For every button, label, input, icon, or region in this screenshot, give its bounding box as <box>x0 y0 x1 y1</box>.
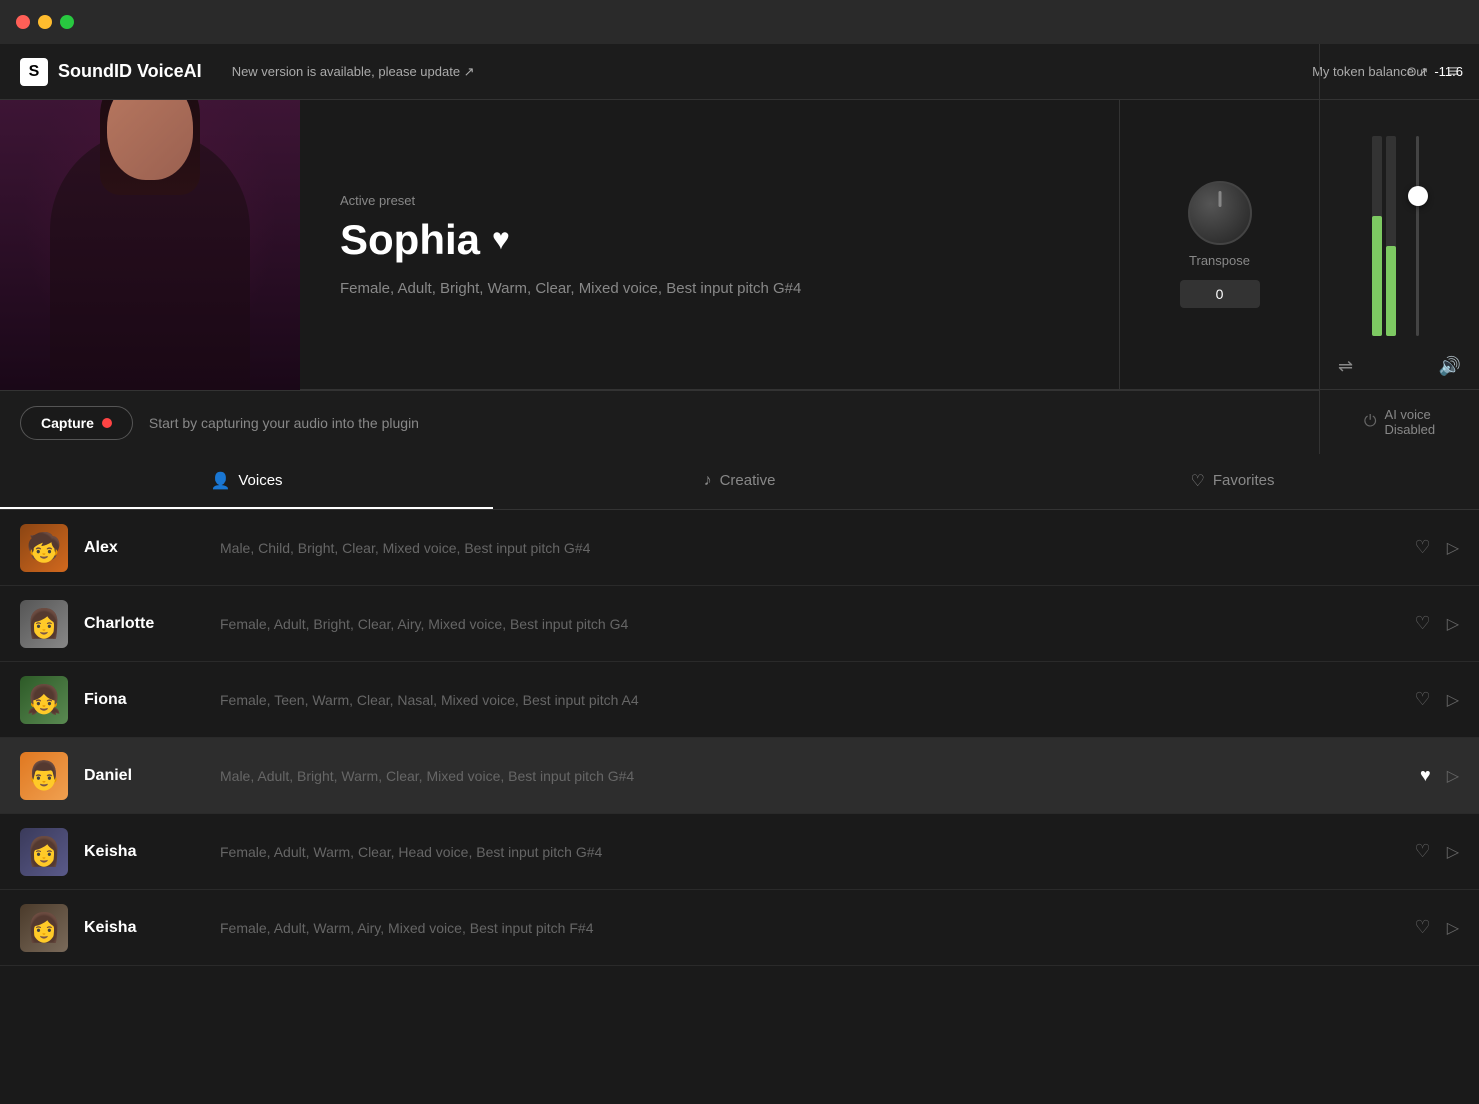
voice-actions-daniel: ♥ ▷ <box>1420 765 1459 786</box>
meter-label: Out <box>1407 65 1426 79</box>
lower-section: 👤 Voices ♪ Creative ♡ Favorites 🧒 Alex M… <box>0 454 1479 1104</box>
tab-voices[interactable]: 👤 Voices <box>0 454 493 509</box>
ai-voice-status: ⏻ AI voice Disabled <box>1319 390 1479 454</box>
favorite-alex[interactable]: ♡ <box>1415 537 1431 558</box>
capture-hint: Start by capturing your audio into the p… <box>149 415 1299 431</box>
transpose-value[interactable]: 0 <box>1180 280 1260 308</box>
favorite-keisha1[interactable]: ♡ <box>1415 841 1431 862</box>
play-keisha1[interactable]: ▷ <box>1447 842 1459 862</box>
play-daniel[interactable]: ▷ <box>1447 766 1459 786</box>
capture-dot <box>102 418 112 428</box>
favorite-keisha2[interactable]: ♡ <box>1415 917 1431 938</box>
transpose-section: Transpose 0 <box>1119 100 1319 389</box>
artist-name: Sophia ♥ <box>340 216 1079 264</box>
voice-name-charlotte: Charlotte <box>84 615 204 633</box>
voice-actions-fiona: ♡ ▷ <box>1415 689 1459 710</box>
voice-avatar-daniel: 👨 <box>20 752 68 800</box>
active-preset-label: Active preset <box>340 193 1079 208</box>
transpose-knob[interactable] <box>1188 181 1252 245</box>
volume-fader[interactable] <box>1416 136 1419 336</box>
artist-tags: Female, Adult, Bright, Warm, Clear, Mixe… <box>340 280 1079 297</box>
voice-tags-charlotte: Female, Adult, Bright, Clear, Airy, Mixe… <box>220 616 1399 632</box>
favorite-daniel[interactable]: ♥ <box>1420 765 1431 786</box>
favorite-charlotte[interactable]: ♡ <box>1415 613 1431 634</box>
capture-button[interactable]: Capture <box>20 406 133 440</box>
voice-tags-keisha2: Female, Adult, Warm, Airy, Mixed voice, … <box>220 920 1399 936</box>
voice-actions-charlotte: ♡ ▷ <box>1415 613 1459 634</box>
voice-avatar-charlotte: 👩 <box>20 600 68 648</box>
voice-name-keisha1: Keisha <box>84 843 204 861</box>
play-keisha2[interactable]: ▷ <box>1447 918 1459 938</box>
play-charlotte[interactable]: ▷ <box>1447 614 1459 634</box>
meter-bar-left <box>1372 136 1382 336</box>
ai-voice-disabled-label: Disabled <box>1385 422 1436 437</box>
update-notice[interactable]: New version is available, please update … <box>232 64 1312 80</box>
maximize-button[interactable] <box>60 15 74 29</box>
voice-tags-alex: Male, Child, Bright, Clear, Mixed voice,… <box>220 540 1399 556</box>
header: S SoundID VoiceAI New version is availab… <box>0 44 1479 100</box>
voice-actions-keisha1: ♡ ▷ <box>1415 841 1459 862</box>
creative-icon: ♪ <box>704 472 712 490</box>
voice-row-keisha2[interactable]: 👩 Keisha Female, Adult, Warm, Airy, Mixe… <box>0 890 1479 966</box>
voice-actions-keisha2: ♡ ▷ <box>1415 917 1459 938</box>
transpose-label: Transpose <box>1189 253 1250 268</box>
tabs-bar: 👤 Voices ♪ Creative ♡ Favorites <box>0 454 1479 510</box>
output-meter-header: Out -11.6 <box>1319 44 1479 99</box>
meter-bars <box>1372 136 1396 336</box>
meter-bar-right <box>1386 136 1396 336</box>
tab-creative-label: Creative <box>720 472 776 489</box>
close-button[interactable] <box>16 15 30 29</box>
tab-creative[interactable]: ♪ Creative <box>493 454 986 509</box>
tab-favorites-label: Favorites <box>1213 472 1275 489</box>
favorites-icon: ♡ <box>1190 471 1204 491</box>
voice-name-alex: Alex <box>84 539 204 557</box>
voice-name-fiona: Fiona <box>84 691 204 709</box>
voice-avatar-keisha1: 👩 <box>20 828 68 876</box>
voice-row-charlotte[interactable]: 👩 Charlotte Female, Adult, Bright, Clear… <box>0 586 1479 662</box>
fader-thumb[interactable] <box>1408 186 1428 206</box>
voice-avatar-keisha2: 👩 <box>20 904 68 952</box>
capture-bar: Capture Start by capturing your audio in… <box>0 390 1319 454</box>
tab-voices-label: Voices <box>238 472 282 489</box>
fader-panel: ⇌ 🔊 <box>1319 100 1479 389</box>
loop-icon[interactable]: ⇌ <box>1338 356 1353 377</box>
artist-panel: Active preset Sophia ♥ Female, Adult, Br… <box>0 100 1479 390</box>
voice-tags-keisha1: Female, Adult, Warm, Clear, Head voice, … <box>220 844 1399 860</box>
play-fiona[interactable]: ▷ <box>1447 690 1459 710</box>
logo-icon: S <box>20 58 48 86</box>
voice-name-daniel: Daniel <box>84 767 204 785</box>
voice-actions-alex: ♡ ▷ <box>1415 537 1459 558</box>
voice-row-alex[interactable]: 🧒 Alex Male, Child, Bright, Clear, Mixed… <box>0 510 1479 586</box>
voice-tags-fiona: Female, Teen, Warm, Clear, Nasal, Mixed … <box>220 692 1399 708</box>
voice-avatar-alex: 🧒 <box>20 524 68 572</box>
favorite-fiona[interactable]: ♡ <box>1415 689 1431 710</box>
voice-row-keisha1[interactable]: 👩 Keisha Female, Adult, Warm, Clear, Hea… <box>0 814 1479 890</box>
titlebar <box>0 0 1479 44</box>
fader-track <box>1330 116 1469 356</box>
artist-info: Active preset Sophia ♥ Female, Adult, Br… <box>300 100 1119 389</box>
voice-row-fiona[interactable]: 👧 Fiona Female, Teen, Warm, Clear, Nasal… <box>0 662 1479 738</box>
play-alex[interactable]: ▷ <box>1447 538 1459 558</box>
power-icon[interactable]: ⏻ <box>1364 413 1377 431</box>
speaker-icon[interactable]: 🔊 <box>1439 356 1461 377</box>
ai-voice-label: AI voice <box>1385 407 1431 422</box>
artist-favorite-heart[interactable]: ♥ <box>492 223 510 257</box>
artist-photo <box>0 100 300 390</box>
tab-favorites[interactable]: ♡ Favorites <box>986 454 1479 509</box>
voice-name-keisha2: Keisha <box>84 919 204 937</box>
voice-tags-daniel: Male, Adult, Bright, Warm, Clear, Mixed … <box>220 768 1404 784</box>
minimize-button[interactable] <box>38 15 52 29</box>
voices-icon: 👤 <box>210 471 230 491</box>
fader-controls: ⇌ 🔊 <box>1330 356 1469 377</box>
voice-avatar-fiona: 👧 <box>20 676 68 724</box>
voice-row-daniel[interactable]: 👨 Daniel Male, Adult, Bright, Warm, Clea… <box>0 738 1479 814</box>
meter-value: -11.6 <box>1434 64 1463 79</box>
voice-list: 🧒 Alex Male, Child, Bright, Clear, Mixed… <box>0 510 1479 1104</box>
logo-text: SoundID VoiceAI <box>58 61 202 82</box>
content-area: Active preset Sophia ♥ Female, Adult, Br… <box>0 100 1479 1104</box>
logo: S SoundID VoiceAI <box>20 58 202 86</box>
